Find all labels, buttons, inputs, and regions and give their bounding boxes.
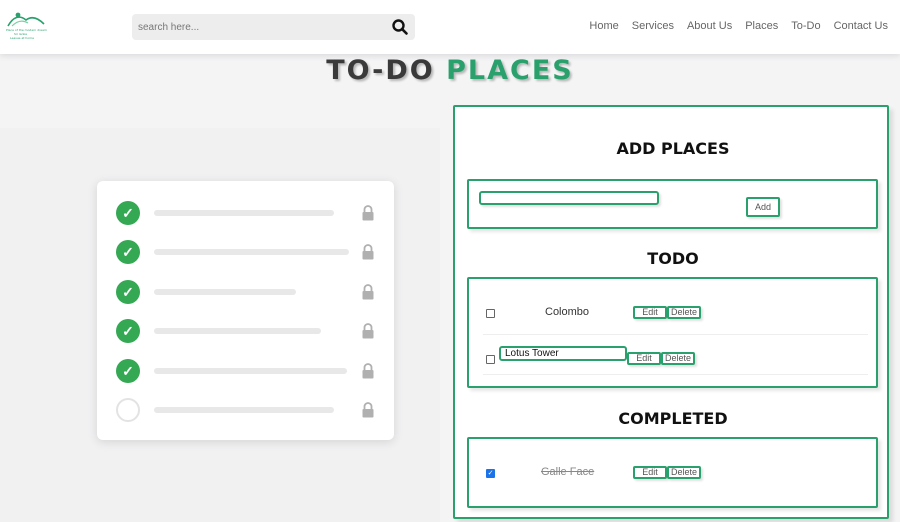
logo-mark-icon — [7, 12, 45, 27]
list-divider — [483, 374, 868, 375]
illustration-row: ✓ — [97, 240, 394, 264]
placeholder-bar — [154, 210, 334, 216]
illustration-row — [97, 398, 394, 422]
check-circle-icon: ✓ — [116, 319, 140, 343]
todo-list: Colombo Edit Delete Edit Delete — [467, 277, 878, 388]
lock-icon — [362, 363, 374, 379]
empty-circle-icon — [116, 398, 140, 422]
add-place-form: Add — [467, 179, 878, 229]
lock-icon — [362, 205, 374, 221]
check-circle-icon: ✓ — [116, 280, 140, 304]
lock-icon — [362, 284, 374, 300]
todo-checkbox[interactable] — [486, 309, 495, 318]
delete-button[interactable]: Delete — [667, 306, 701, 319]
list-divider — [483, 334, 868, 335]
search-input[interactable] — [132, 14, 382, 40]
nav-services[interactable]: Services — [632, 20, 674, 32]
todo-edit-input[interactable] — [499, 346, 627, 361]
completed-list: ✓ Galle Face Edit Delete — [467, 437, 878, 508]
nav-contact-us[interactable]: Contact Us — [834, 20, 888, 32]
check-circle-icon: ✓ — [116, 359, 140, 383]
page-title: TO-DO PLACES — [0, 55, 900, 86]
logo-text-line-3: Leaves at home — [10, 36, 34, 40]
lock-icon — [362, 323, 374, 339]
main-nav: Home Services About Us Places To-Do Cont… — [589, 20, 888, 32]
edit-button[interactable]: Edit — [627, 352, 661, 365]
lock-icon — [362, 402, 374, 418]
nav-todo[interactable]: To-Do — [791, 20, 820, 32]
checklist-illustration: ✓ ✓ ✓ ✓ ✓ — [97, 181, 394, 440]
nav-places[interactable]: Places — [745, 20, 778, 32]
add-places-title: ADD PLACES — [616, 139, 730, 158]
add-button[interactable]: Add — [746, 197, 780, 217]
placeholder-bar — [154, 368, 347, 374]
search-bar — [132, 14, 415, 40]
delete-button[interactable]: Delete — [667, 466, 701, 479]
nav-about-us[interactable]: About Us — [687, 20, 732, 32]
placeholder-bar — [154, 249, 349, 255]
edit-button[interactable]: Edit — [633, 306, 667, 319]
illustration-row: ✓ — [97, 280, 394, 304]
completed-title: COMPLETED — [618, 409, 728, 428]
illustration-row: ✓ — [97, 319, 394, 343]
placeholder-bar — [154, 328, 321, 334]
todo-item-label: Colombo — [545, 306, 590, 318]
edit-button[interactable]: Edit — [633, 466, 667, 479]
todo-panel: ADD PLACES Add TODO Colombo Edit Delete … — [453, 105, 889, 519]
add-place-input[interactable] — [479, 191, 659, 205]
nav-home[interactable]: Home — [589, 20, 618, 32]
placeholder-bar — [154, 289, 296, 295]
illustration-row: ✓ — [97, 359, 394, 383]
lock-icon — [362, 244, 374, 260]
todo-checkbox[interactable] — [486, 355, 495, 364]
page-title-part1: TO-DO — [326, 55, 435, 86]
search-icon[interactable] — [391, 18, 409, 36]
completed-checkbox[interactable]: ✓ — [486, 469, 495, 478]
completed-item-label: Galle Face — [541, 466, 595, 478]
todo-title: TODO — [647, 249, 699, 268]
page-title-part2: PLACES — [446, 55, 574, 86]
check-circle-icon: ✓ — [116, 201, 140, 225]
header: Place of the modern dream Sri lanka Leav… — [0, 0, 900, 54]
check-circle-icon: ✓ — [116, 240, 140, 264]
illustration-row: ✓ — [97, 201, 394, 225]
placeholder-bar — [154, 407, 334, 413]
delete-button[interactable]: Delete — [661, 352, 695, 365]
